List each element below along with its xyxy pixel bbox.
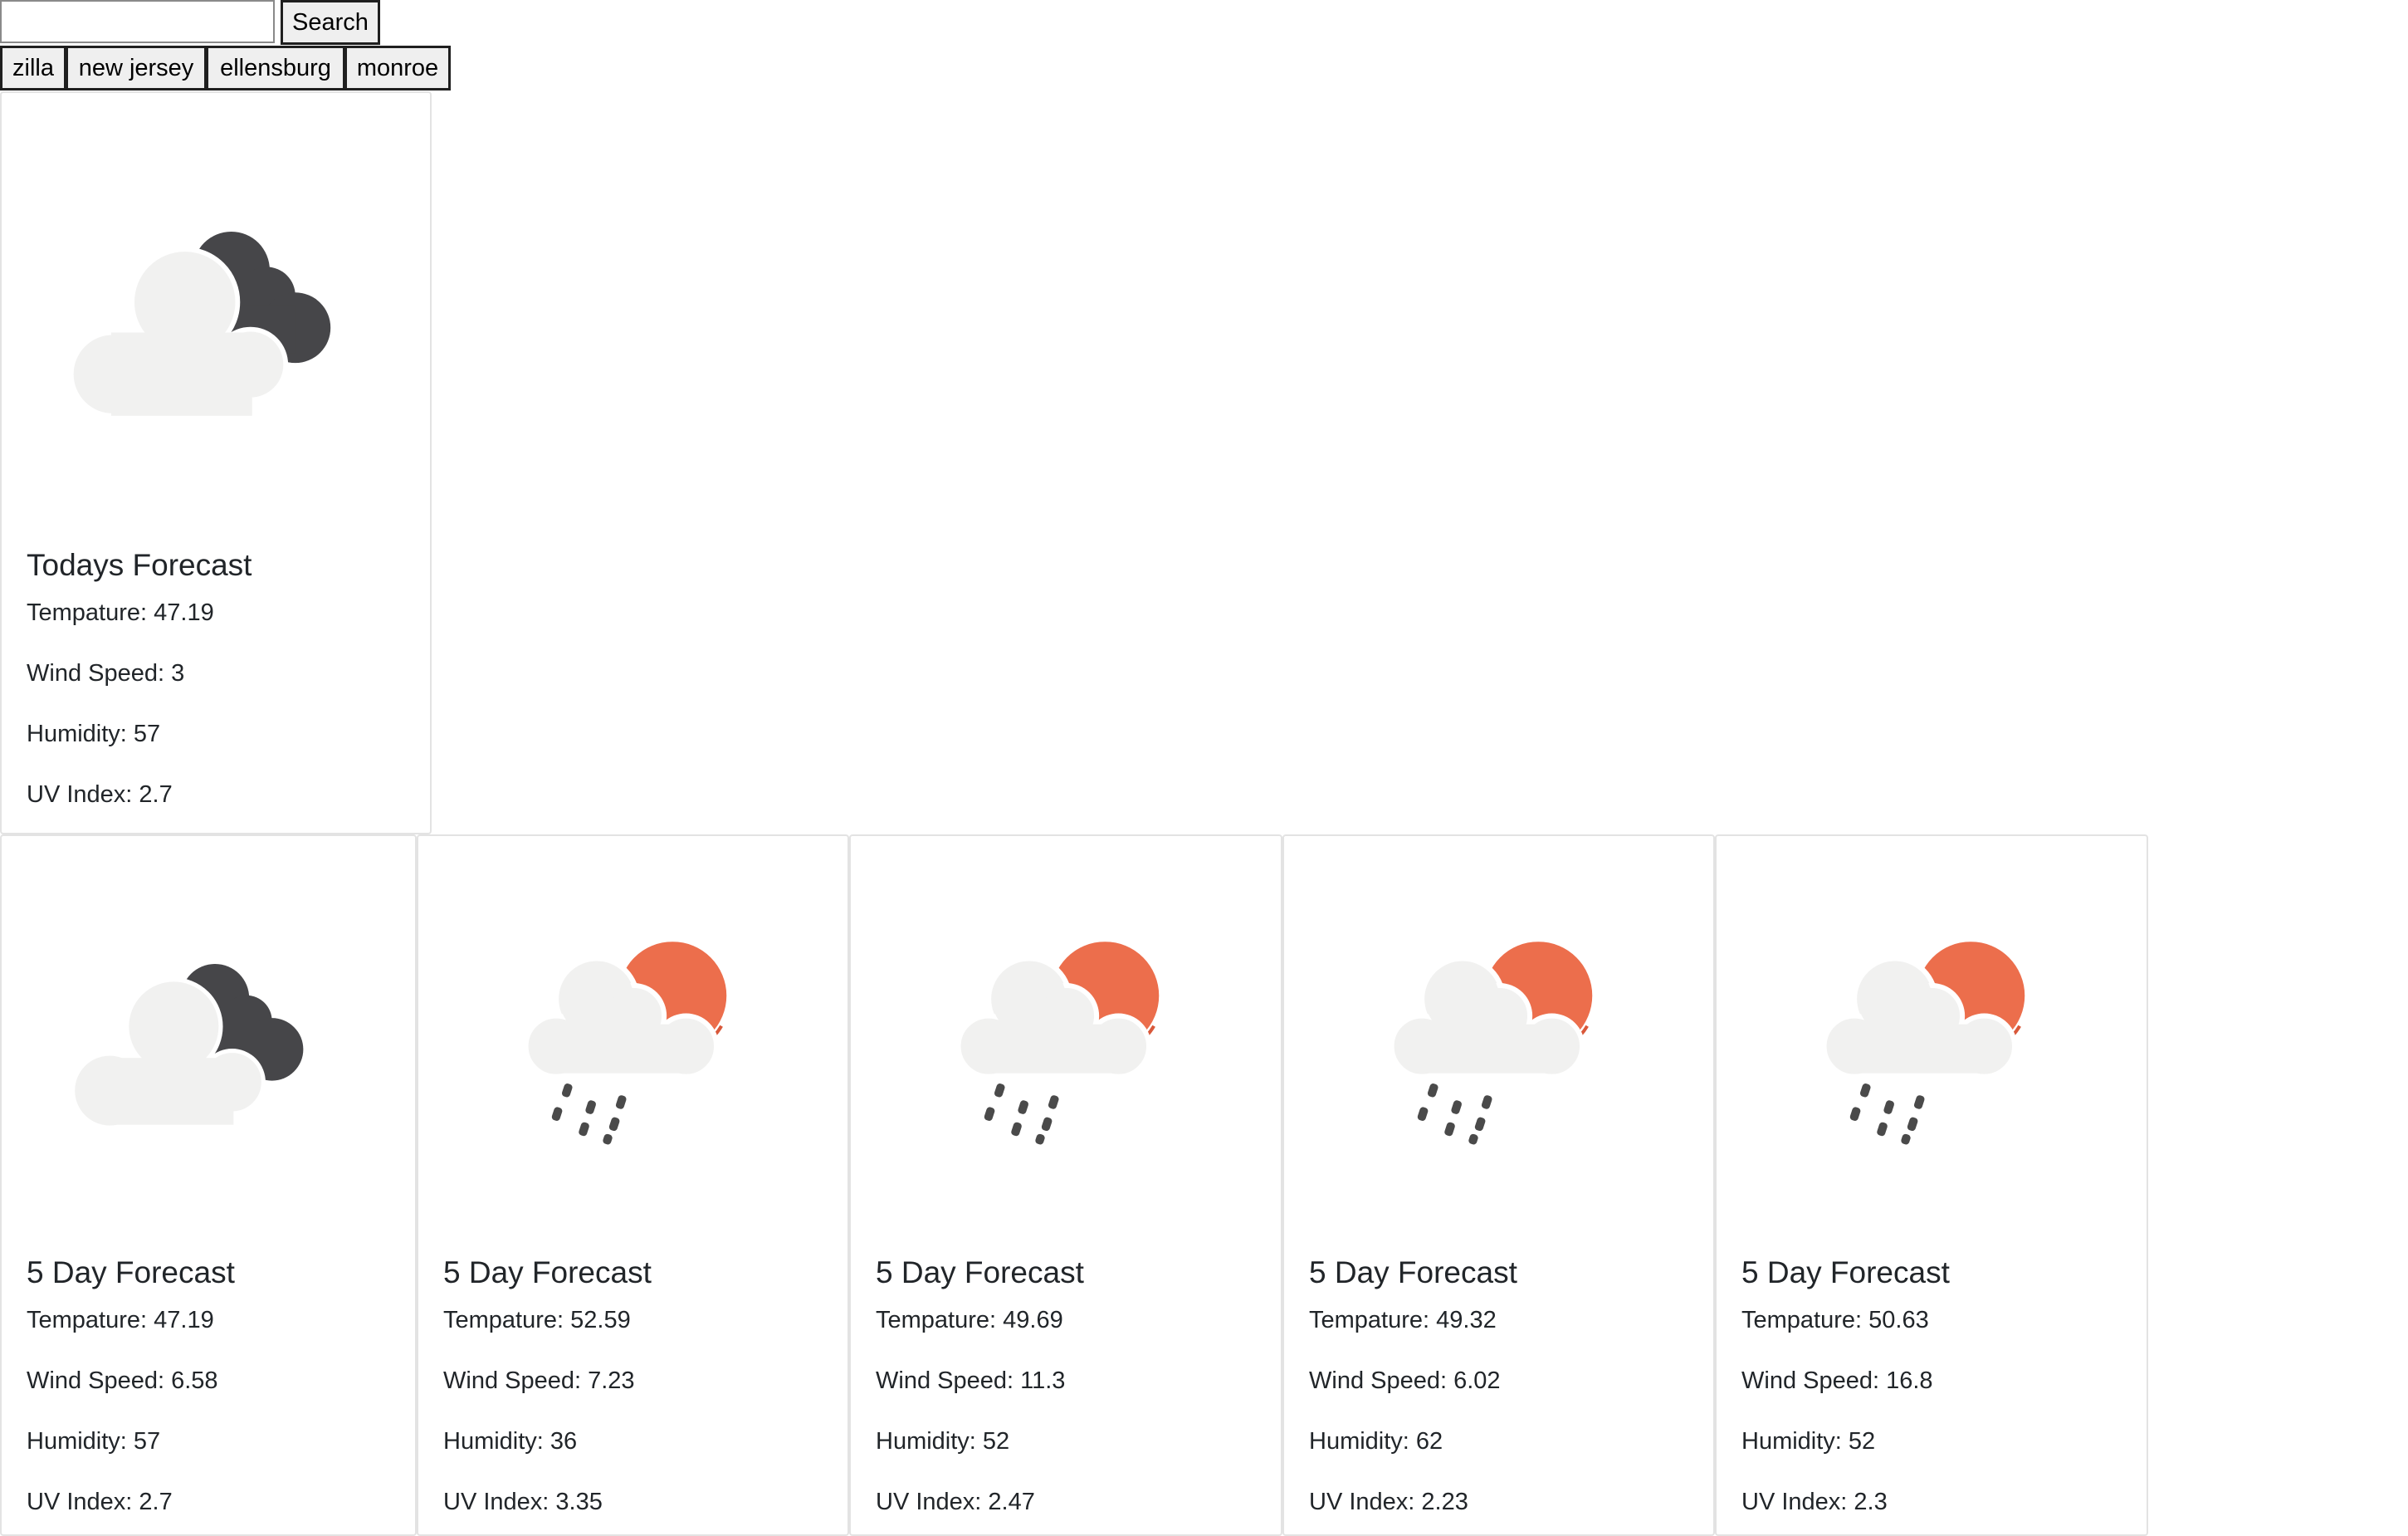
humidity-value: 52 — [982, 1428, 1010, 1455]
wind-speed-text: Wind Speed: 7.23 — [443, 1367, 635, 1395]
card-title: 5 Day Forecast — [27, 1255, 235, 1289]
card-title: 5 Day Forecast — [876, 1255, 1084, 1289]
uv-index-text: UV Index: 2.3 — [1741, 1489, 1888, 1516]
wind-speed-value: 6.02 — [1453, 1367, 1501, 1394]
humidity-text: Humidity: 36 — [443, 1428, 577, 1455]
temperature-value: 52.59 — [570, 1307, 631, 1333]
today-forecast-card: Todays Forecast Tempature: 47.19 Wind Sp… — [0, 91, 432, 834]
temperature-label: Tempature: — [443, 1307, 564, 1333]
temperature-label: Tempature: — [27, 1307, 148, 1333]
forecast-card: 5 Day Forecast Tempature: 49.69 Wind Spe… — [849, 834, 1282, 1536]
search-input[interactable] — [0, 0, 275, 43]
uv-index-value: 2.47 — [988, 1489, 1035, 1515]
wind-speed-value: 3 — [171, 660, 185, 687]
uv-index-label: UV Index: — [443, 1489, 549, 1515]
temperature-value: 49.32 — [1436, 1307, 1497, 1333]
humidity-label: Humidity: — [27, 1428, 127, 1455]
humidity-text: Humidity: 52 — [876, 1428, 1009, 1455]
uv-index-text: UV Index: 2.47 — [876, 1489, 1035, 1516]
forecast-card: 5 Day Forecast Tempature: 52.59 Wind Spe… — [417, 834, 849, 1536]
temperature-text: Tempature: 52.59 — [443, 1307, 631, 1334]
temperature-text: Tempature: 50.63 — [1741, 1307, 1929, 1334]
wind-speed-value: 6.58 — [171, 1367, 218, 1394]
uv-index-value: 3.35 — [555, 1489, 603, 1515]
search-button[interactable]: Search — [281, 0, 380, 45]
uv-index-text: UV Index: 2.23 — [1309, 1489, 1468, 1516]
wind-speed-label: Wind Speed: — [1309, 1367, 1448, 1394]
humidity-value: 57 — [133, 1428, 161, 1455]
history-button-zilla[interactable]: zilla — [0, 46, 66, 90]
wind-speed-label: Wind Speed: — [876, 1367, 1014, 1394]
uv-index-value: 2.3 — [1854, 1489, 1888, 1515]
wind-speed-value: 11.3 — [1020, 1367, 1066, 1394]
wind-speed-label: Wind Speed: — [1741, 1367, 1880, 1394]
humidity-text: Humidity: 57 — [27, 1428, 160, 1455]
temperature-value: 47.19 — [154, 1307, 214, 1333]
temperature-label: Tempature: — [876, 1307, 997, 1333]
uv-index-label: UV Index: — [27, 1489, 133, 1515]
uv-index-value: 2.23 — [1421, 1489, 1468, 1515]
history-button-new-jersey[interactable]: new jersey — [66, 46, 207, 90]
humidity-text: Humidity: 57 — [27, 721, 160, 748]
card-title: 5 Day Forecast — [443, 1255, 652, 1289]
temperature-label: Tempature: — [1741, 1307, 1863, 1333]
forecast-card: 5 Day Forecast Tempature: 49.32 Wind Spe… — [1282, 834, 1715, 1536]
humidity-value: 36 — [549, 1428, 578, 1455]
humidity-text: Humidity: 52 — [1741, 1428, 1875, 1455]
uv-index-text: UV Index: 2.7 — [27, 1489, 173, 1516]
uv-index-label: UV Index: — [876, 1489, 982, 1515]
wind-speed-text: Wind Speed: 3 — [27, 660, 184, 687]
uv-index-label: UV Index: — [1741, 1489, 1848, 1515]
wind-speed-text: Wind Speed: 16.8 — [1741, 1367, 1933, 1395]
history-button-monroe[interactable]: monroe — [344, 46, 451, 90]
wind-speed-text: Wind Speed: 11.3 — [876, 1367, 1065, 1395]
wind-speed-text: Wind Speed: 6.02 — [1309, 1367, 1501, 1395]
uv-index-label: UV Index: — [1309, 1489, 1415, 1515]
humidity-value: 62 — [1415, 1428, 1443, 1455]
temperature-text: Tempature: 49.32 — [1309, 1307, 1497, 1334]
history-button-ellensburg[interactable]: ellensburg — [206, 46, 345, 90]
wind-speed-text: Wind Speed: 6.58 — [27, 1367, 218, 1395]
cloudy-night-icon — [71, 964, 304, 1130]
temperature-text: Tempature: 47.19 — [27, 599, 214, 627]
sun-rain-icon — [1821, 942, 2025, 1145]
uv-index-value: 2.7 — [139, 781, 173, 808]
uv-index-text: UV Index: 2.7 — [27, 781, 173, 809]
wind-speed-value: 7.23 — [588, 1367, 635, 1394]
forecast-card: 5 Day Forecast Tempature: 47.19 Wind Spe… — [0, 834, 417, 1536]
wind-speed-label: Wind Speed: — [27, 660, 165, 687]
humidity-label: Humidity: — [1309, 1428, 1409, 1455]
uv-index-label: UV Index: — [27, 781, 133, 808]
uv-index-text: UV Index: 3.35 — [443, 1489, 603, 1516]
temperature-value: 49.69 — [1003, 1307, 1063, 1333]
temperature-text: Tempature: 47.19 — [27, 1307, 214, 1334]
wind-speed-value: 16.8 — [1886, 1367, 1933, 1394]
temperature-value: 50.63 — [1868, 1307, 1929, 1333]
humidity-label: Humidity: — [876, 1428, 976, 1455]
sun-rain-icon — [523, 942, 727, 1145]
humidity-label: Humidity: — [443, 1428, 544, 1455]
temperature-value: 47.19 — [154, 599, 214, 626]
card-title: 5 Day Forecast — [1741, 1255, 1950, 1289]
cloudy-night-icon — [68, 232, 331, 418]
humidity-value: 52 — [1848, 1428, 1876, 1455]
card-title: Todays Forecast — [27, 548, 252, 582]
wind-speed-label: Wind Speed: — [443, 1367, 582, 1394]
humidity-value: 57 — [133, 721, 161, 747]
wind-speed-label: Wind Speed: — [27, 1367, 165, 1394]
sun-rain-icon — [955, 942, 1160, 1145]
humidity-label: Humidity: — [27, 721, 127, 747]
forecast-card: 5 Day Forecast Tempature: 50.63 Wind Spe… — [1715, 834, 2148, 1536]
sun-rain-icon — [1389, 942, 1593, 1145]
temperature-label: Tempature: — [1309, 1307, 1430, 1333]
card-title: 5 Day Forecast — [1309, 1255, 1517, 1289]
humidity-text: Humidity: 62 — [1309, 1428, 1443, 1455]
humidity-label: Humidity: — [1741, 1428, 1842, 1455]
temperature-text: Tempature: 49.69 — [876, 1307, 1063, 1334]
uv-index-value: 2.7 — [139, 1489, 173, 1515]
temperature-label: Tempature: — [27, 599, 148, 626]
